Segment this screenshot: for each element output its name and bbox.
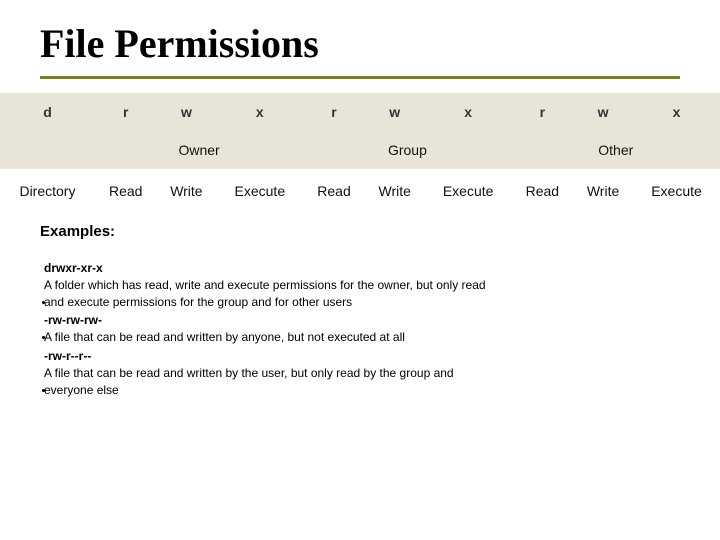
examples-heading: Examples: [40, 223, 680, 240]
perm-meaning: Read [95, 169, 157, 209]
perm-category-group: Group [303, 131, 511, 169]
perm-category-other: Other [512, 131, 720, 169]
perm-meaning: Directory [0, 169, 95, 209]
perm-letter: x [216, 93, 303, 131]
perm-letter: r [303, 93, 365, 131]
permissions-table: d r w x r w x r w x Owner Group Other Di… [0, 93, 720, 209]
perm-meaning: Execute [216, 169, 303, 209]
title-underline [40, 76, 680, 79]
example-desc: A file that can be read and written by t… [44, 365, 680, 382]
example-desc: and execute permissions for the group an… [44, 294, 680, 311]
example-item: drwxr-xr-x A folder which has read, writ… [44, 260, 680, 310]
perm-category-owner: Owner [95, 131, 303, 169]
title-block: File Permissions [0, 22, 720, 79]
perm-meaning: Write [156, 169, 216, 209]
page-title: File Permissions [40, 22, 720, 66]
perm-meaning: Write [573, 169, 633, 209]
example-desc: A folder which has read, write and execu… [44, 277, 680, 294]
table-row-meanings: Directory Read Write Execute Read Write … [0, 169, 720, 209]
perm-meaning: Write [365, 169, 425, 209]
perm-meaning: Read [303, 169, 365, 209]
perm-letter: w [156, 93, 216, 131]
table-row-letters: d r w x r w x r w x [0, 93, 720, 131]
example-item: -rw-rw-rw- A file that can be read and w… [44, 312, 680, 346]
perm-letter: x [633, 93, 720, 131]
example-desc: A file that can be read and written by a… [44, 329, 680, 346]
example-desc: everyone else [44, 382, 680, 399]
perm-letter: w [365, 93, 425, 131]
example-code: -rw-rw-rw- [44, 312, 680, 329]
table-row-categories: Owner Group Other [0, 131, 720, 169]
perm-letter: x [425, 93, 512, 131]
example-code: -rw-r--r-- [44, 348, 680, 365]
perm-letter: w [573, 93, 633, 131]
perm-meaning: Execute [633, 169, 720, 209]
perm-letter: r [95, 93, 157, 131]
body: Examples: drwxr-xr-x A folder which has … [0, 209, 720, 398]
example-code: drwxr-xr-x [44, 260, 680, 277]
perm-category-blank [0, 131, 95, 169]
example-item: -rw-r--r-- A file that can be read and w… [44, 348, 680, 398]
perm-meaning: Execute [425, 169, 512, 209]
perm-letter: d [0, 93, 95, 131]
perm-meaning: Read [512, 169, 574, 209]
perm-letter: r [512, 93, 574, 131]
slide: File Permissions d r w x r w x r w x Own… [0, 0, 720, 540]
